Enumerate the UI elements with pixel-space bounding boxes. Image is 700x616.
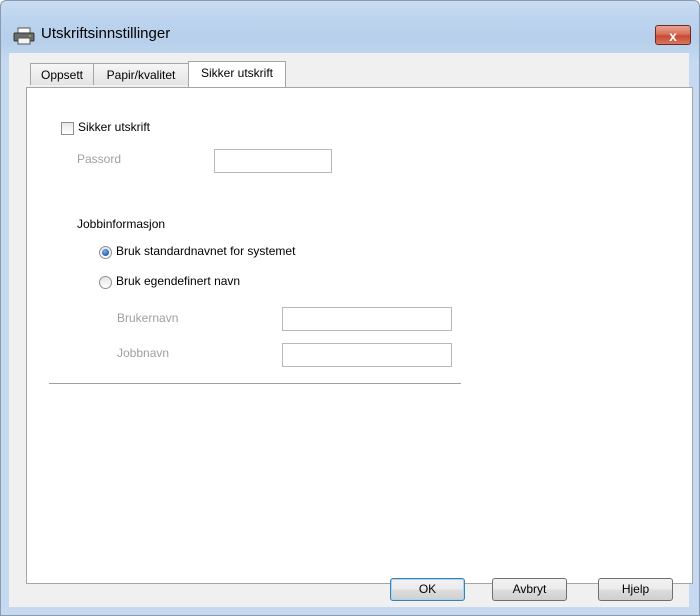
radio-custom-name[interactable]	[99, 276, 112, 289]
title-bar[interactable]: Utskriftsinnstillinger x	[1, 1, 699, 57]
username-field[interactable]	[282, 307, 452, 331]
printer-icon	[13, 27, 35, 45]
tab-oppsett[interactable]: Oppsett	[30, 63, 94, 85]
close-button[interactable]: x	[655, 25, 691, 45]
cancel-button[interactable]: Avbryt	[492, 578, 567, 601]
radio-custom-name-label[interactable]: Bruk egendefinert navn	[116, 274, 240, 288]
close-icon: x	[669, 28, 677, 44]
jobname-field[interactable]	[282, 343, 452, 367]
job-info-heading: Jobbinformasjon	[77, 217, 166, 231]
tab-sikker-utskrift[interactable]: Sikker utskrift	[188, 61, 286, 87]
radio-default-name[interactable]	[99, 246, 112, 259]
secure-print-label: Sikker utskrift	[78, 120, 151, 134]
jobname-label: Jobbnavn	[117, 346, 170, 360]
password-label: Passord	[77, 152, 122, 166]
secure-print-checkbox[interactable]	[61, 122, 74, 135]
window-title: Utskriftsinnstillinger	[41, 25, 171, 42]
username-label: Brukernavn	[117, 311, 179, 325]
print-settings-window: Utskriftsinnstillinger x Oppsett Papir/k…	[0, 0, 700, 616]
ok-button[interactable]: OK	[390, 578, 465, 601]
section-divider	[49, 383, 461, 385]
tab-panel-sikker-utskrift: Sikker utskrift Passord Jobbinformasjon …	[26, 87, 693, 584]
tab-papir-kvalitet[interactable]: Papir/kvalitet	[93, 63, 189, 85]
radio-default-name-label[interactable]: Bruk standardnavnet for systemet	[116, 244, 295, 258]
dialog-client-area: Oppsett Papir/kvalitet Sikker utskrift S…	[9, 53, 693, 607]
password-field[interactable]	[214, 149, 332, 173]
help-button[interactable]: Hjelp	[598, 578, 673, 601]
